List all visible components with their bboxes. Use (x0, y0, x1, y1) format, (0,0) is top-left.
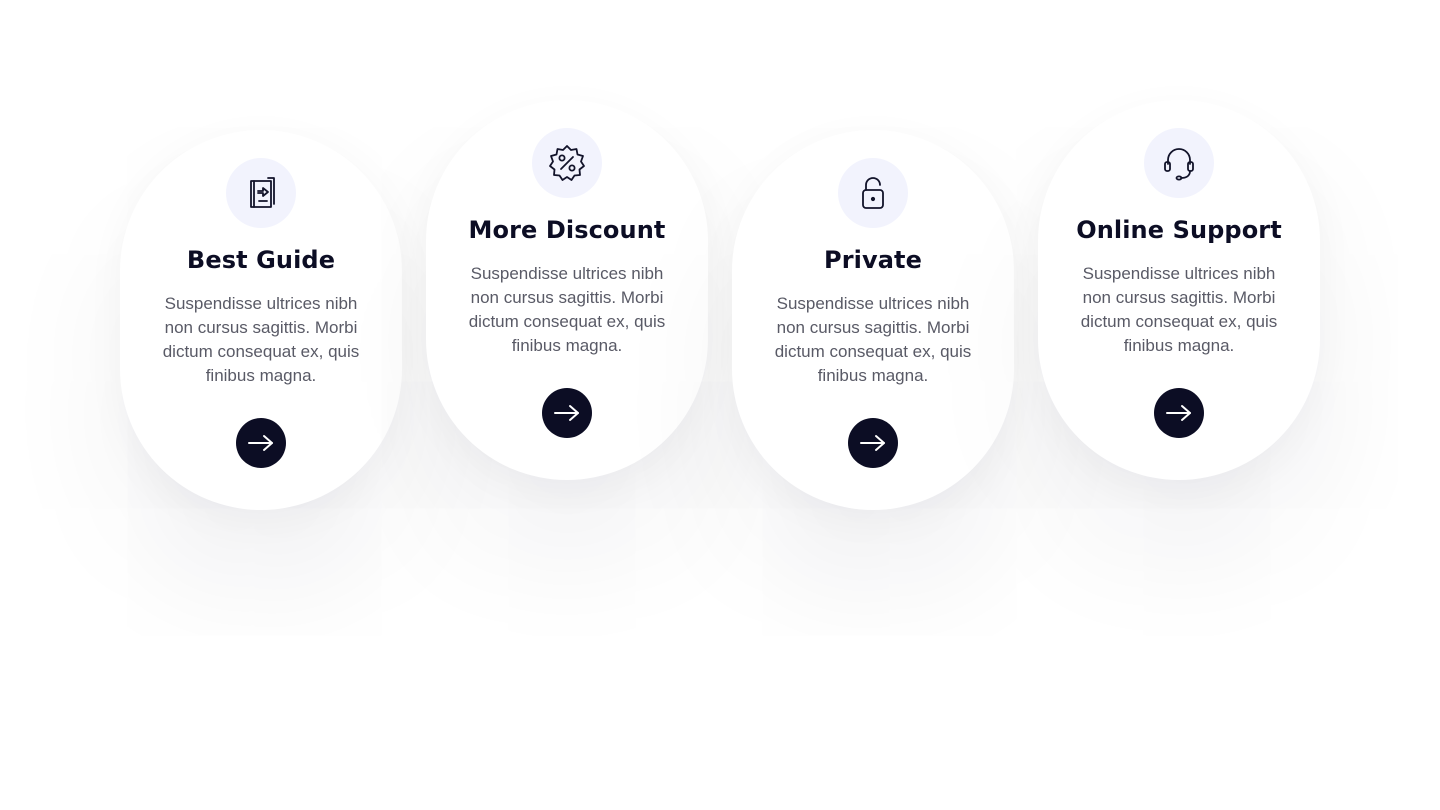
icon-circle (226, 158, 296, 228)
feature-card-private: Private Suspendisse ultrices nibh non cu… (732, 130, 1014, 510)
feature-arrow-button[interactable] (542, 388, 592, 438)
feature-title: Best Guide (186, 246, 336, 274)
headset-icon (1164, 148, 1194, 181)
feature-description: Suspendisse ultrices nibh non cursus sag… (1080, 264, 1278, 355)
discount-badge-icon (549, 145, 585, 181)
feature-arrow-button[interactable] (848, 418, 898, 468)
feature-card-best-guide: Best Guide Suspendisse ultrices nibh non… (120, 130, 402, 510)
feature-description: Suspendisse ultrices nibh non cursus sag… (774, 294, 972, 385)
arrow-right-icon (1166, 405, 1191, 421)
feature-title: Online Support (1076, 216, 1282, 244)
feature-title: More Discount (468, 216, 666, 244)
feature-arrow-button[interactable] (1154, 388, 1204, 438)
feature-description: Suspendisse ultrices nibh non cursus sag… (162, 294, 360, 385)
feature-card-more-discount: More Discount Suspendisse ultrices nibh … (426, 100, 708, 480)
arrow-right-icon (554, 405, 579, 421)
icon-circle (838, 158, 908, 228)
feature-description: Suspendisse ultrices nibh non cursus sag… (468, 264, 666, 355)
feature-arrow-button[interactable] (236, 418, 286, 468)
feature-card-online-support: Online Support Suspendisse ultrices nibh… (1038, 100, 1320, 480)
icon-circle (1144, 128, 1214, 198)
features-section: Best Guide Suspendisse ultrices nibh non… (0, 0, 1440, 810)
unlocked-padlock-icon (862, 177, 884, 209)
icon-circle (532, 128, 602, 198)
guide-book-icon (250, 177, 275, 208)
arrow-right-icon (860, 435, 885, 451)
arrow-right-icon (248, 435, 273, 451)
feature-title: Private (824, 246, 922, 274)
